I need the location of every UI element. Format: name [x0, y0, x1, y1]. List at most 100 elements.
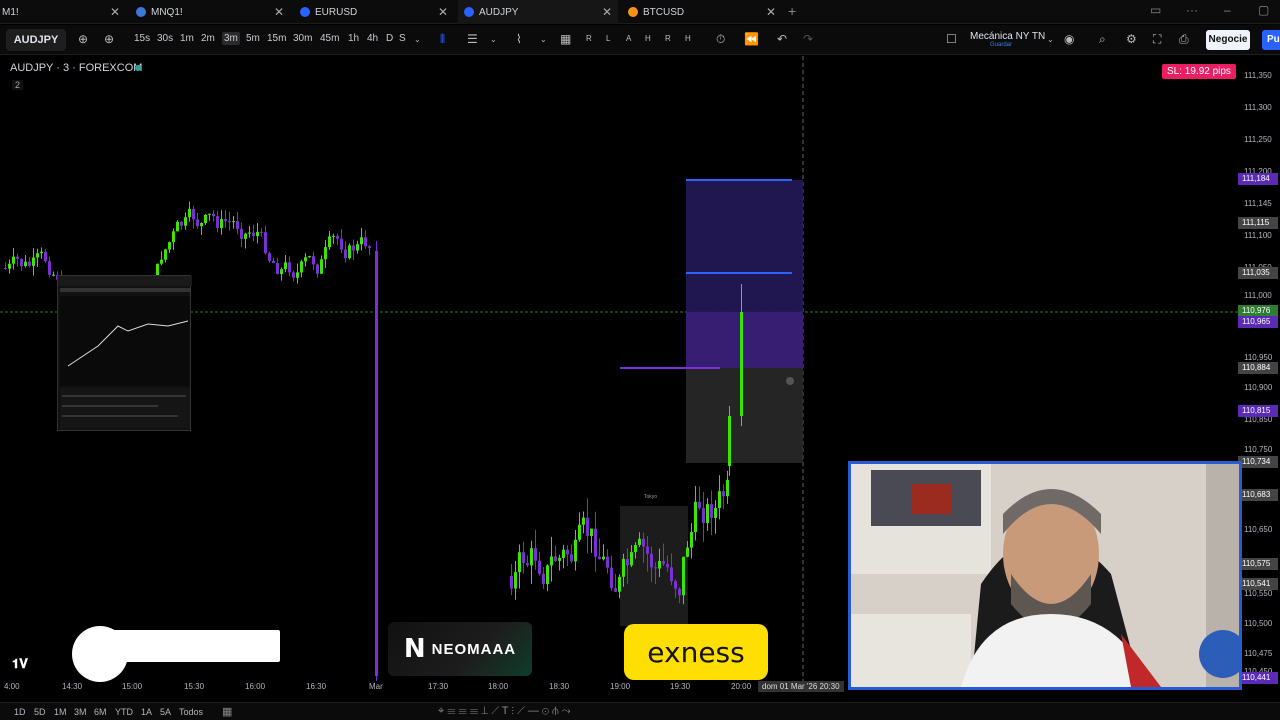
candle-body: [610, 567, 613, 589]
timeframe-30m[interactable]: 30m: [293, 33, 312, 44]
timeframe-45m[interactable]: 45m: [320, 33, 339, 44]
close-icon[interactable]: ✕: [110, 5, 120, 19]
candle-body: [638, 538, 641, 546]
price-tag-label: 110,734: [1238, 456, 1278, 468]
timeframe-3m[interactable]: 3m: [222, 32, 240, 45]
candle-body: [630, 552, 633, 566]
quick-button-h2[interactable]: H: [685, 34, 691, 43]
quick-button-l[interactable]: L: [606, 34, 610, 43]
range-5d[interactable]: 5D: [34, 707, 46, 717]
timeframe-4h[interactable]: 4h: [367, 33, 378, 44]
candle-body: [590, 528, 593, 536]
indicators-icon[interactable]: ⌇: [516, 32, 522, 46]
add-symbol-icon[interactable]: ⊕: [104, 32, 114, 46]
quick-button-a[interactable]: A: [626, 34, 631, 43]
timeframe-1h[interactable]: 1h: [348, 33, 359, 44]
flag-icon: [136, 7, 146, 17]
range-5a[interactable]: 5A: [160, 707, 171, 717]
candle-body: [598, 556, 601, 560]
undo-icon[interactable]: ↶: [777, 32, 787, 46]
window-icon[interactable]: ▭: [1150, 3, 1161, 17]
candle-body: [542, 573, 545, 585]
candle-body: [216, 216, 219, 229]
timeframe-1m[interactable]: 1m: [180, 33, 194, 44]
candle-body: [690, 531, 693, 548]
camera-icon[interactable]: ⎙: [1179, 32, 1189, 47]
range-1m[interactable]: 1M: [54, 707, 67, 717]
close-icon[interactable]: ✕: [602, 5, 612, 19]
chevron-down-icon[interactable]: ⌄: [1047, 35, 1054, 44]
chart-type-icon[interactable]: ☰: [467, 32, 478, 46]
candle-body: [260, 231, 263, 233]
layout-name[interactable]: Mecánica NY TN: [970, 31, 1045, 42]
timeframe-15m[interactable]: 15m: [267, 33, 286, 44]
close-icon[interactable]: ✕: [274, 5, 284, 19]
close-icon[interactable]: ✕: [766, 5, 776, 19]
quick-button-r2[interactable]: R: [665, 34, 671, 43]
calendar-icon[interactable]: ▦: [222, 705, 232, 718]
avatar-icon[interactable]: ◉: [1064, 32, 1074, 46]
candle-body: [284, 262, 287, 270]
settings-icon[interactable]: ⚙: [1126, 32, 1137, 46]
quick-button-r[interactable]: R: [586, 34, 592, 43]
chevron-down-icon[interactable]: ⌄: [490, 35, 497, 44]
timeframe-15s[interactable]: 15s: [134, 33, 150, 44]
candle-body: [594, 528, 597, 557]
minimize-icon[interactable]: –: [1224, 3, 1231, 17]
redo-icon[interactable]: ↷: [803, 32, 813, 46]
layout-grid-icon[interactable]: ▦: [560, 32, 571, 46]
candle-body: [292, 272, 295, 278]
timeframe-2m[interactable]: 2m: [201, 33, 215, 44]
search-icon[interactable]: ⌕: [1099, 32, 1106, 47]
price-tag-label: 110,541: [1238, 578, 1278, 590]
range-1a[interactable]: 1A: [141, 707, 152, 717]
range-ytd[interactable]: YTD: [115, 707, 133, 717]
timeframe-s[interactable]: S: [399, 33, 406, 44]
range-1d[interactable]: 1D: [14, 707, 26, 717]
timeframe-30s[interactable]: 30s: [157, 33, 173, 44]
candle-body: [280, 269, 283, 275]
new-tab-icon[interactable]: +: [788, 3, 796, 19]
range-all[interactable]: Todos: [179, 707, 203, 717]
replay-back-icon[interactable]: ⏪: [744, 32, 759, 46]
timeframe-5m[interactable]: 5m: [246, 33, 260, 44]
chart-toolbar: AUDJPY ⊕ ⊕ 15s 30s 1m 2m 3m 5m 15m 30m 4…: [0, 25, 1280, 55]
browser-tab-mnq1[interactable]: MNQ1! ✕: [130, 0, 290, 24]
maximize-icon[interactable]: ▢: [1258, 3, 1269, 17]
chevron-down-icon[interactable]: ⌄: [414, 35, 421, 44]
candle-body: [614, 588, 617, 592]
time-axis-label: 15:00: [122, 682, 143, 691]
candle-body: [244, 233, 247, 239]
fullscreen-icon[interactable]: ⛶: [1153, 32, 1161, 47]
range-3m[interactable]: 3M: [74, 707, 87, 717]
time-axis-label: 18:30: [549, 682, 570, 691]
publish-button[interactable]: Pu: [1262, 30, 1280, 50]
browser-tab-btcusd[interactable]: BTCUSD ✕: [622, 0, 782, 24]
quick-button-h[interactable]: H: [645, 34, 651, 43]
alert-icon[interactable]: ⏱: [716, 32, 725, 47]
chart-pane[interactable]: Tokyo AUDJPY · 3 · FOREXCOM 2 SL: 19.92 …: [0, 56, 1280, 700]
indicator-count-toggle[interactable]: 2: [12, 80, 24, 90]
browser-tab-eurusd[interactable]: EURUSD ✕: [294, 0, 454, 24]
candle-body: [710, 504, 713, 518]
trade-button[interactable]: Negocie: [1206, 30, 1250, 50]
chart-legend-title[interactable]: AUDJPY · 3 · FOREXCOM: [10, 62, 142, 74]
candle-body: [220, 219, 223, 229]
more-icon[interactable]: ···: [1186, 3, 1198, 17]
range-6m[interactable]: 6M: [94, 707, 107, 717]
price-axis-label: 111,100: [1244, 231, 1272, 240]
chevron-down-icon[interactable]: ⌄: [540, 35, 547, 44]
drawing-tools-icon[interactable]: ⌖ ☰ ☰ ☰ ⊥ ⟋ T ⫶ ⟋ — ⊙ ⫛ ⤳: [438, 705, 571, 718]
tradingview-logo-icon[interactable]: 𝟏𝐕: [12, 656, 28, 672]
candle-body: [208, 213, 211, 215]
timeframe-d[interactable]: D: [386, 33, 393, 44]
browser-tab-m1[interactable]: M1! ✕: [0, 0, 126, 24]
close-icon[interactable]: ✕: [438, 5, 448, 19]
symbol-search-button[interactable]: AUDJPY: [6, 29, 66, 51]
compare-icon[interactable]: ⊕: [78, 32, 88, 46]
checkbox-icon[interactable]: ☐: [946, 32, 957, 46]
bar-replay-icon[interactable]: ⫴: [440, 32, 445, 47]
candle-body: [702, 508, 705, 524]
price-axis[interactable]: 111,350 111,300 111,250 111,200 111,145 111,1…: [1238, 56, 1280, 690]
browser-tab-audjpy[interactable]: AUDJPY ✕: [458, 0, 618, 24]
